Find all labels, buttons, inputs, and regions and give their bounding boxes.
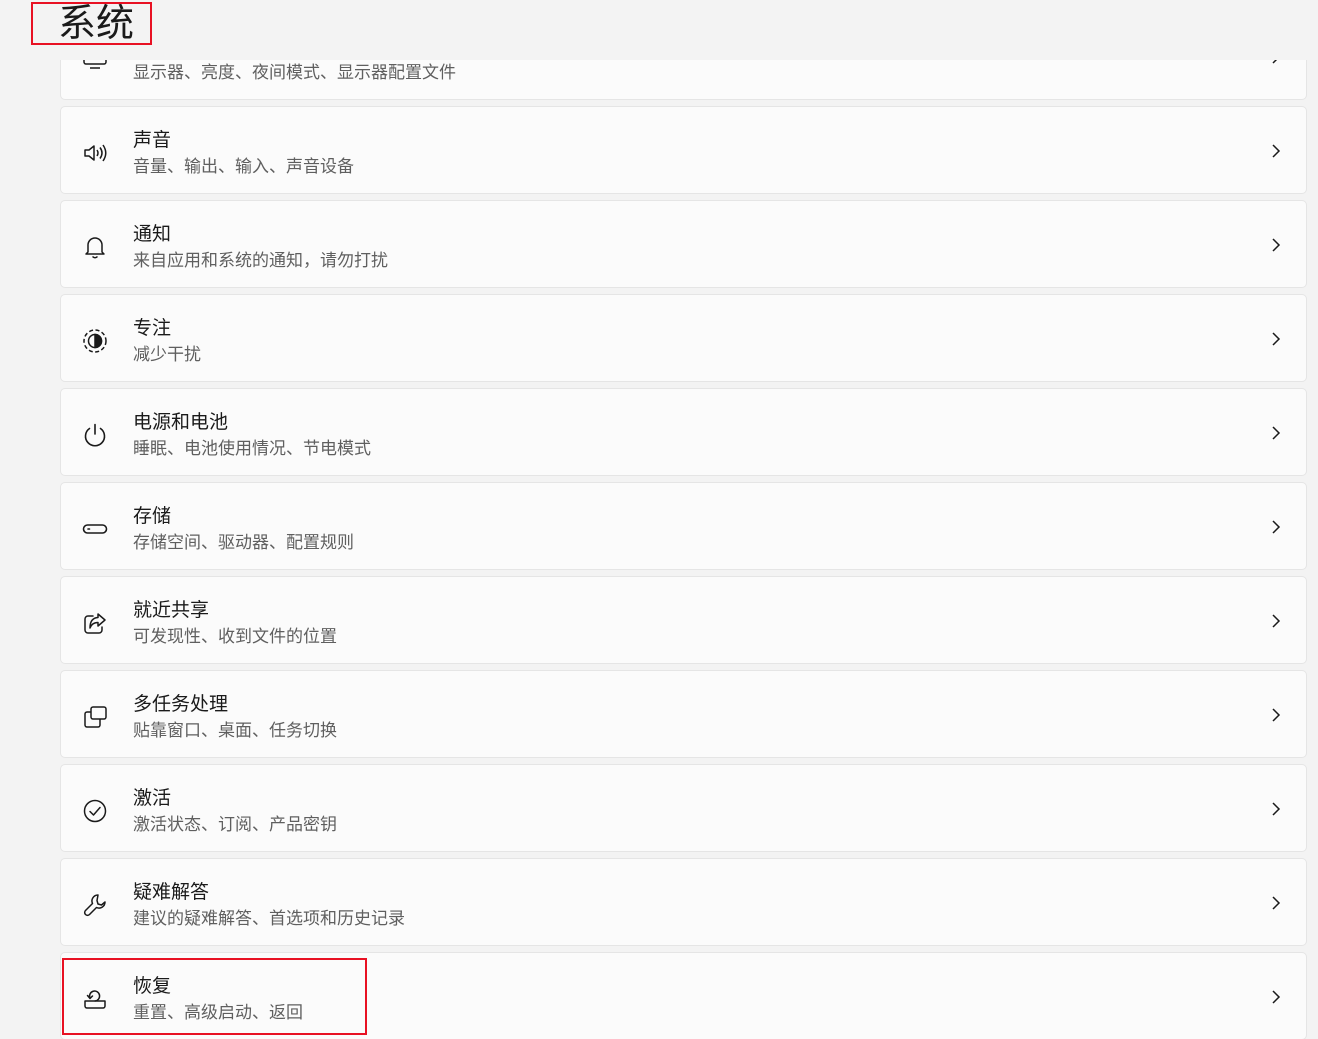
settings-item-description: 睡眠、电池使用情况、节电模式 xyxy=(133,439,371,459)
settings-item-label: 就近共享 xyxy=(133,599,210,621)
chevron-right-icon xyxy=(1268,423,1284,443)
settings-item-label: 恢复 xyxy=(133,975,172,997)
chevron-right-icon xyxy=(1268,893,1284,913)
focus-icon xyxy=(81,327,109,355)
speaker-icon xyxy=(81,139,109,167)
chevron-right-icon xyxy=(1268,141,1284,161)
settings-item-label: 电源和电池 xyxy=(133,411,229,433)
wrench-icon xyxy=(81,891,109,919)
chevron-right-icon xyxy=(1268,799,1284,819)
share-icon xyxy=(81,609,109,637)
chevron-right-icon xyxy=(1268,987,1284,1007)
settings-item-recovery[interactable]: 恢复 重置、高级启动、返回 xyxy=(60,952,1307,1039)
power-icon xyxy=(81,421,109,449)
settings-item-description: 贴靠窗口、桌面、任务切换 xyxy=(133,721,337,741)
multitask-icon xyxy=(81,703,109,731)
settings-item-power[interactable]: 电源和电池 睡眠、电池使用情况、节电模式 xyxy=(60,388,1307,476)
settings-item-label: 声音 xyxy=(133,129,172,151)
settings-item-notifications[interactable]: 通知 来自应用和系统的通知，请勿打扰 xyxy=(60,200,1307,288)
settings-item-description: 存储空间、驱动器、配置规则 xyxy=(133,533,354,553)
settings-item-sound[interactable]: 声音 音量、输出、输入、声音设备 xyxy=(60,106,1307,194)
settings-item-storage[interactable]: 存储 存储空间、驱动器、配置规则 xyxy=(60,482,1307,570)
title-highlight-box xyxy=(31,2,152,45)
settings-item-description: 显示器、亮度、夜间模式、显示器配置文件 xyxy=(133,63,456,83)
settings-item-description: 可发现性、收到文件的位置 xyxy=(133,627,337,647)
settings-item-description: 来自应用和系统的通知，请勿打扰 xyxy=(133,251,388,271)
chevron-right-icon xyxy=(1268,517,1284,537)
settings-item-description: 减少干扰 xyxy=(133,345,201,365)
settings-item-focus[interactable]: 专注 减少干扰 xyxy=(60,294,1307,382)
check-circle-icon xyxy=(81,797,109,825)
settings-list: 显示器、亮度、夜间模式、显示器配置文件 声音 音量、输出、输入、声音设备 通知 … xyxy=(0,0,1318,1039)
chevron-right-icon xyxy=(1268,705,1284,725)
settings-item-activation[interactable]: 激活 激活状态、订阅、产品密钥 xyxy=(60,764,1307,852)
settings-item-nearby-sharing[interactable]: 就近共享 可发现性、收到文件的位置 xyxy=(60,576,1307,664)
chevron-right-icon xyxy=(1268,329,1284,349)
settings-item-label: 疑难解答 xyxy=(133,881,210,903)
settings-item-multitasking[interactable]: 多任务处理 贴靠窗口、桌面、任务切换 xyxy=(60,670,1307,758)
settings-item-label: 通知 xyxy=(133,223,172,245)
settings-item-description: 激活状态、订阅、产品密钥 xyxy=(133,815,337,835)
settings-item-description: 音量、输出、输入、声音设备 xyxy=(133,157,354,177)
settings-item-description: 重置、高级启动、返回 xyxy=(133,1003,303,1023)
settings-item-label: 存储 xyxy=(133,505,172,527)
recovery-icon xyxy=(81,985,109,1013)
settings-item-label: 专注 xyxy=(133,317,172,339)
settings-system-page: 显示器、亮度、夜间模式、显示器配置文件 声音 音量、输出、输入、声音设备 通知 … xyxy=(0,0,1318,1039)
chevron-right-icon xyxy=(1268,235,1284,255)
storage-icon xyxy=(81,515,109,543)
bell-icon xyxy=(81,233,109,261)
settings-item-label: 多任务处理 xyxy=(133,693,229,715)
settings-item-label: 激活 xyxy=(133,787,172,809)
settings-item-troubleshoot[interactable]: 疑难解答 建议的疑难解答、首选项和历史记录 xyxy=(60,858,1307,946)
page-header: 系统 xyxy=(0,0,1318,60)
chevron-right-icon xyxy=(1268,611,1284,631)
settings-item-description: 建议的疑难解答、首选项和历史记录 xyxy=(133,909,405,929)
